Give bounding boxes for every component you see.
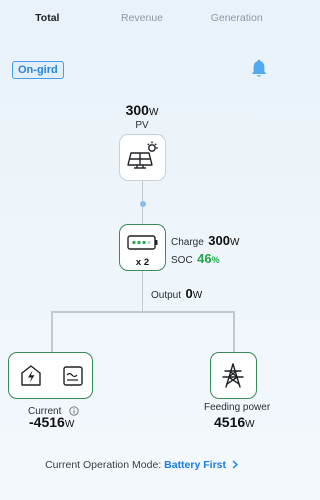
- grid-status-badge: On-gird: [12, 61, 64, 79]
- chevron-right-icon: [232, 460, 238, 469]
- ac-wave-icon: [63, 366, 83, 386]
- tab-revenue[interactable]: Revenue: [95, 0, 190, 34]
- pv-label: PV: [135, 120, 149, 131]
- feeding-power-value: 4516: [214, 414, 246, 430]
- solar-panel-icon: [127, 141, 158, 169]
- charge-label: Charge: [171, 237, 204, 248]
- tab-total[interactable]: Total: [0, 0, 95, 34]
- soc-label: SOC: [171, 255, 193, 266]
- branch-right-line: [233, 311, 235, 352]
- pv-power-unit: W: [148, 107, 159, 118]
- operation-mode-row: Current Operation Mode: Battery First: [0, 459, 284, 471]
- bell-icon[interactable]: [250, 59, 268, 79]
- soc-unit: %: [211, 255, 220, 265]
- charge-unit: W: [229, 237, 240, 248]
- battery-count: x 2: [135, 257, 150, 268]
- grid-current-value-readout: -4516W: [29, 414, 74, 432]
- grid-current-unit: W: [64, 419, 75, 430]
- branch-left-line: [51, 311, 53, 352]
- output-label: Output: [151, 290, 182, 301]
- transmission-tower-icon: [222, 363, 244, 388]
- soc-value: 46: [197, 251, 212, 266]
- battery-icon: [127, 235, 158, 250]
- pv-power-value: 300: [125, 102, 149, 118]
- pv-power-readout: 300W: [0, 102, 284, 120]
- feeding-power-unit: W: [245, 419, 255, 430]
- inverter-icon: [21, 365, 41, 386]
- feeding-power-label: Feeding power: [204, 402, 271, 413]
- tab-generation[interactable]: Generation: [189, 0, 284, 34]
- output-readout: Output 0W: [151, 285, 202, 303]
- output-value: 0: [185, 286, 193, 301]
- operation-mode-link[interactable]: Battery First: [164, 459, 239, 471]
- battery-connector-line: [141, 271, 143, 312]
- flow-dot: [139, 201, 146, 207]
- battery-node[interactable]: x 2: [119, 224, 166, 271]
- charge-readout: Charge 300W: [171, 232, 239, 250]
- soc-readout: SOC 46%: [171, 250, 220, 268]
- grid-current-value: -4516: [29, 414, 65, 430]
- top-tabs: Total Revenue Generation: [0, 0, 284, 34]
- operation-mode-label: Current Operation Mode:: [45, 459, 162, 471]
- grid-node[interactable]: [8, 352, 93, 399]
- feeding-node[interactable]: [210, 352, 257, 399]
- operation-mode-value: Battery First: [164, 459, 226, 471]
- pv-node[interactable]: [119, 134, 166, 181]
- branch-horizontal-line: [51, 311, 234, 313]
- feeding-power-readout: 4516W: [214, 414, 255, 432]
- output-unit: W: [192, 290, 203, 301]
- charge-value: 300: [208, 233, 230, 248]
